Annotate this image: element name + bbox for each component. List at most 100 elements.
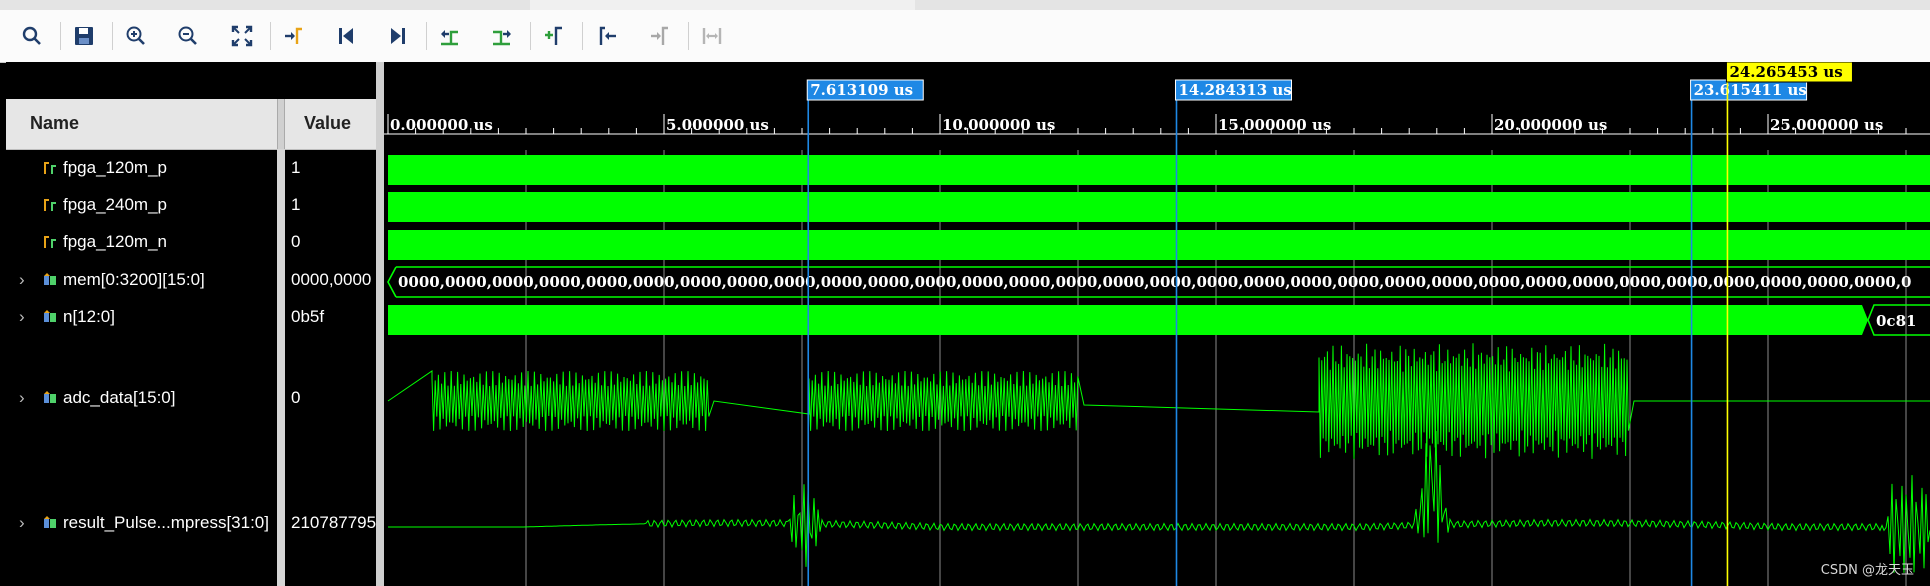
bus-signal-icon	[44, 516, 56, 528]
search-button[interactable]	[18, 22, 46, 50]
waveform-canvas[interactable]: 0.000000 us 5.000000 us 10.000000 us 15.000…	[384, 62, 1930, 586]
zoom-fit-icon	[231, 25, 253, 47]
signal-row-fpga-120m-p[interactable]: fpga_120m_p 1	[6, 154, 376, 184]
signal-value: 0000,0000	[291, 270, 372, 289]
signal-row-n[interactable]: › n[12:0] 0b5f	[6, 303, 376, 333]
signal-value: 0	[291, 388, 301, 407]
column-divider[interactable]	[277, 99, 285, 149]
toolbar-separator	[582, 22, 583, 50]
wave-mem-bus[interactable]: 0000,0000,0000,0000,0000,0000,0000,0000,…	[387, 266, 1930, 298]
marker-time-label[interactable]: 7.613109 us	[806, 79, 924, 101]
tab-strip-left	[0, 0, 530, 10]
tick-label: 5.000000 us	[666, 116, 769, 134]
bus-signal-icon	[44, 391, 56, 403]
signal-row-result-pulse-compress[interactable]: › result_Pulse...mpress[31:0] 210787795	[6, 509, 376, 539]
save-button[interactable]	[70, 22, 98, 50]
prev-transition-icon	[441, 30, 458, 46]
zoom-out-icon	[178, 26, 197, 45]
swap-cursors-icon	[702, 28, 722, 44]
value-column-header[interactable]: Value	[304, 113, 351, 134]
next-transition-button[interactable]	[488, 22, 516, 50]
signal-name: n[12:0]	[63, 307, 115, 326]
marker-label-text: 24.265453 us	[1729, 63, 1842, 81]
zoom-in-icon	[126, 26, 145, 45]
previous-transition-button[interactable]	[436, 22, 464, 50]
search-icon	[22, 26, 41, 45]
bit-signal-icon	[44, 236, 56, 248]
toolbar-separator	[270, 22, 271, 50]
window-tab-strip	[0, 0, 1930, 10]
signal-row-fpga-240m-p[interactable]: fpga_240m_p 1	[6, 191, 376, 221]
next-marker-icon	[651, 26, 668, 45]
signal-value: 0b5f	[291, 307, 325, 326]
toolbar-separator	[688, 22, 689, 50]
goto-end-icon	[391, 28, 405, 44]
tick-label: 10.000000 us	[942, 116, 1055, 134]
mem-bus-values: 0000,0000,0000,0000,0000,0000,0000,0000,…	[398, 273, 1911, 291]
tab-strip-right	[915, 0, 1930, 10]
add-marker-icon	[545, 26, 562, 45]
goto-start-icon	[339, 28, 353, 44]
signal-value: 210787795	[291, 513, 377, 532]
bit-signal-icon	[44, 162, 56, 174]
goto-cursor-button[interactable]	[280, 22, 308, 50]
signal-list-header: Name Value	[6, 99, 376, 150]
expand-chevron-icon[interactable]: ›	[19, 270, 25, 290]
marker-label-text: 7.613109 us	[810, 81, 913, 99]
wave-adc-data[interactable]	[387, 343, 1930, 459]
goto-cursor-icon	[285, 27, 302, 44]
wave-result-pulse-compress[interactable]	[388, 430, 1930, 573]
wave-n-bus[interactable]: 0c81	[388, 304, 1930, 336]
tick-label: 25.000000 us	[1770, 116, 1883, 134]
signal-row-fpga-120m-n[interactable]: fpga_120m_n 0	[6, 228, 376, 258]
toolbar-separator	[60, 22, 61, 50]
expand-chevron-icon[interactable]: ›	[19, 388, 25, 408]
time-ruler: 0.000000 us 5.000000 us 10.000000 us 15.000…	[384, 114, 1930, 135]
signal-name: adc_data[15:0]	[63, 388, 176, 407]
signal-value: 1	[291, 195, 301, 214]
cursor-time-label[interactable]: 24.265453 us	[1725, 62, 1853, 83]
goto-end-button[interactable]	[384, 22, 412, 50]
next-transition-icon	[493, 30, 511, 46]
signal-value: 1	[291, 158, 301, 177]
expand-chevron-icon[interactable]: ›	[19, 513, 25, 533]
bit-signal-icon	[44, 199, 56, 211]
name-column-header[interactable]: Name	[30, 113, 79, 134]
goto-start-button[interactable]	[332, 22, 360, 50]
marker-time-label[interactable]: 14.284313 us	[1174, 79, 1292, 101]
waveform-toolbar	[0, 10, 1930, 63]
marker-label-text: 14.284313 us	[1178, 81, 1291, 99]
signal-row-mem[interactable]: › mem[0:3200][15:0] 0000,0000	[6, 266, 376, 296]
signal-row-adc-data[interactable]: › adc_data[15:0] 0	[6, 384, 376, 414]
tick-label: 20.000000 us	[1494, 116, 1607, 134]
wave-fpga-120m-p[interactable]	[388, 155, 1930, 185]
zoom-out-button[interactable]	[174, 22, 202, 50]
swap-cursors-button[interactable]	[698, 22, 726, 50]
toolbar-separator	[112, 22, 113, 50]
next-marker-button[interactable]	[646, 22, 674, 50]
signal-name: fpga_240m_p	[63, 195, 167, 214]
add-marker-button[interactable]	[540, 22, 568, 50]
wave-fpga-120m-n[interactable]	[388, 230, 1930, 260]
tick-label: 15.000000 us	[1218, 116, 1331, 134]
signal-name: fpga_120m_p	[63, 158, 167, 177]
n-bus-value: 0c81	[1876, 312, 1916, 330]
watermark-text: CSDN @龙天玉	[1821, 563, 1914, 578]
marker-time-label[interactable]: 23.615411 us	[1690, 79, 1808, 101]
zoom-in-button[interactable]	[122, 22, 150, 50]
signal-value: 0	[291, 232, 301, 251]
marker-label-text: 23.615411 us	[1694, 81, 1807, 99]
toolbar-separator	[530, 22, 531, 50]
tick-label: 0.000000 us	[390, 116, 493, 134]
zoom-fit-button[interactable]	[228, 22, 256, 50]
bus-signal-icon	[44, 273, 56, 285]
bus-signal-icon	[44, 310, 56, 322]
expand-chevron-icon[interactable]: ›	[19, 307, 25, 327]
signal-name: fpga_120m_n	[63, 232, 167, 251]
save-icon	[75, 27, 93, 45]
previous-marker-button[interactable]	[594, 22, 622, 50]
prev-marker-icon	[599, 26, 616, 45]
wave-fpga-240m-p[interactable]	[388, 192, 1930, 222]
signal-name: mem[0:3200][15:0]	[63, 270, 205, 289]
signal-name: result_Pulse...mpress[31:0]	[63, 513, 269, 532]
